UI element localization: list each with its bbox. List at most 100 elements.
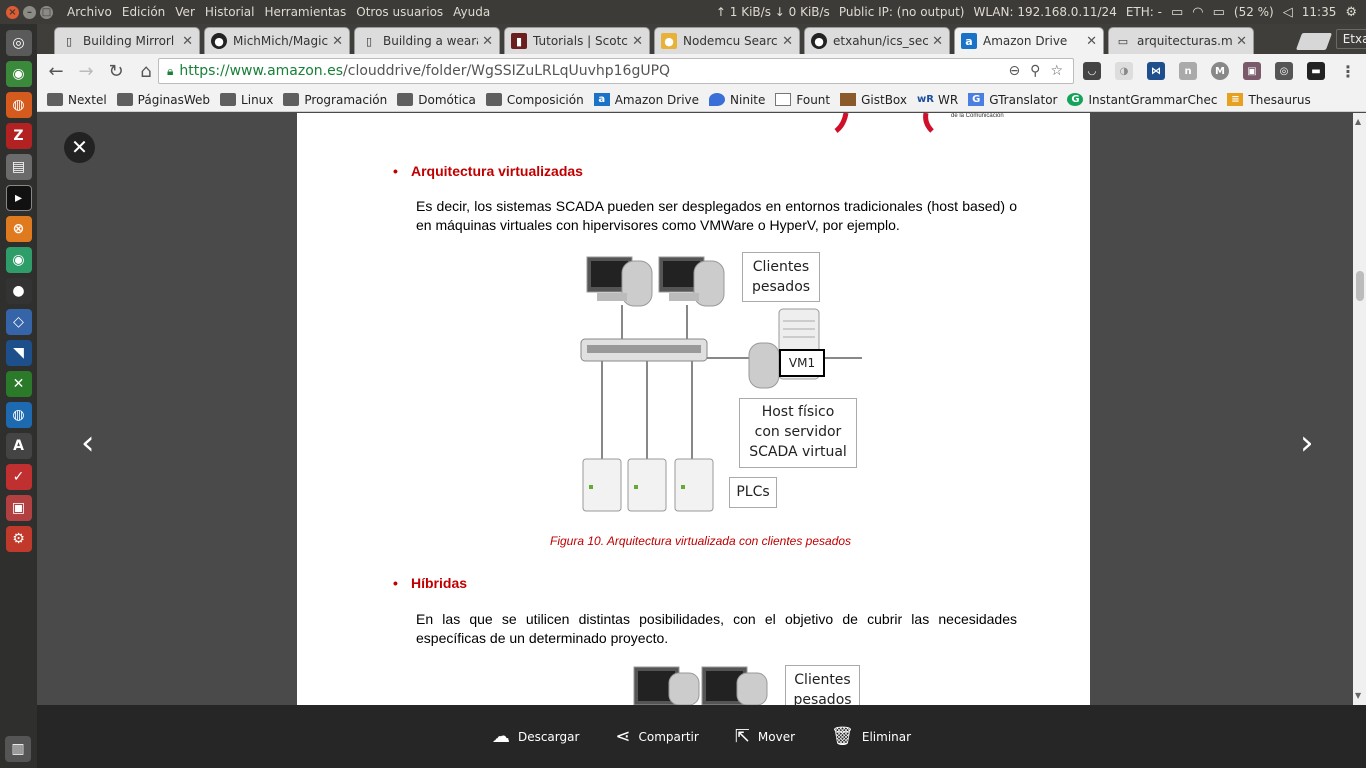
- bookmark-wr[interactable]: wR WR: [917, 93, 958, 107]
- move-button[interactable]: ⇱ Mover: [735, 726, 795, 747]
- clock[interactable]: 11:35: [1302, 5, 1337, 19]
- previous-arrow-icon[interactable]: ‹: [81, 423, 95, 463]
- bookmark-nextel[interactable]: Nextel: [47, 93, 107, 107]
- menu-historial[interactable]: Historial: [205, 5, 255, 19]
- back-icon[interactable]: ←: [41, 61, 71, 82]
- volume-icon[interactable]: ◁: [1283, 5, 1293, 20]
- tab-close-icon[interactable]: ✕: [1086, 34, 1097, 49]
- power-gear-icon[interactable]: ⚙: [1345, 5, 1357, 20]
- bookmark-ninite[interactable]: Ninite: [709, 93, 765, 107]
- terminal-ext-icon[interactable]: ▬: [1307, 62, 1325, 80]
- bookmark-programacion[interactable]: Programación: [283, 93, 387, 107]
- task-icon[interactable]: ✓: [5, 464, 32, 490]
- bookmark-instantgrammar[interactable]: G InstantGrammarChec: [1067, 93, 1217, 107]
- new-tab-button[interactable]: [1295, 33, 1333, 50]
- xampp-icon[interactable]: ⊗: [5, 216, 32, 242]
- tab-close-icon[interactable]: ✕: [182, 34, 193, 49]
- reload-icon[interactable]: ↻: [101, 61, 131, 82]
- text-editor-icon[interactable]: A: [5, 433, 32, 459]
- window-close-icon[interactable]: ×: [6, 5, 19, 19]
- bracket-icon[interactable]: ⋈: [1147, 62, 1165, 80]
- extension-gray-icon[interactable]: ◑: [1115, 62, 1133, 80]
- trash-icon[interactable]: ▥: [5, 736, 31, 762]
- battery-percent[interactable]: (52 %): [1234, 5, 1274, 19]
- chrome-icon[interactable]: ◉: [5, 61, 32, 87]
- avatar-extension-icon[interactable]: ▣: [1243, 62, 1261, 80]
- bookmark-composicion[interactable]: Composición: [485, 93, 584, 107]
- tab-michmich[interactable]: ● MichMich/Magic ✕: [204, 27, 350, 54]
- cross-tool-icon[interactable]: ✕: [5, 371, 32, 397]
- page-scrollbar[interactable]: ▲ ▼: [1353, 113, 1366, 705]
- menu-otros-usuarios[interactable]: Otros usuarios: [356, 5, 443, 19]
- bookmark-domotica[interactable]: Domótica: [397, 93, 476, 107]
- scroll-down-arrow-icon[interactable]: ▼: [1355, 691, 1361, 700]
- settings-icon[interactable]: ⚙: [5, 526, 32, 552]
- menu-dots-icon[interactable]: ⋮: [1339, 62, 1357, 81]
- bookmark-paginasweb[interactable]: PáginasWeb: [116, 93, 210, 107]
- profile-button[interactable]: Etxahun: [1336, 29, 1366, 49]
- tab-close-icon[interactable]: ✕: [482, 34, 493, 49]
- filezilla-icon[interactable]: Z: [5, 123, 32, 149]
- ubuntu-dash-icon[interactable]: ◎: [5, 30, 32, 56]
- eye-icon[interactable]: ●: [5, 278, 32, 304]
- delete-button[interactable]: 🗑︎ Eliminar: [831, 726, 911, 747]
- amazon-icon: a: [961, 33, 977, 49]
- battery-icon[interactable]: ▭: [1213, 5, 1225, 20]
- globe-icon[interactable]: ◍: [5, 402, 32, 428]
- wifi-icon[interactable]: ◠: [1192, 5, 1203, 20]
- tab-close-icon[interactable]: ✕: [932, 34, 943, 49]
- tab-building-wearable[interactable]: ▯ Building a weara ✕: [354, 27, 500, 54]
- tab-scotch-tutorials[interactable]: ▮ Tutorials | Scotc ✕: [504, 27, 650, 54]
- bookmark-gistbox[interactable]: GistBox: [840, 93, 907, 107]
- bulb-icon[interactable]: ◎: [1275, 62, 1293, 80]
- scrollbar-thumb[interactable]: [1356, 271, 1364, 301]
- presentation-icon[interactable]: ▣: [5, 495, 32, 521]
- scroll-up-arrow-icon[interactable]: ▲: [1355, 117, 1361, 126]
- terminal-icon[interactable]: ▸: [5, 185, 32, 211]
- eth-status: ETH: -: [1125, 5, 1162, 19]
- virtualbox-icon[interactable]: ◇: [5, 309, 32, 335]
- tab-close-icon[interactable]: ✕: [1236, 34, 1247, 49]
- m-extension-icon[interactable]: M: [1211, 62, 1229, 80]
- files-icon[interactable]: ▤: [5, 154, 32, 180]
- pin-icon[interactable]: ⚲: [1030, 63, 1040, 79]
- menu-ayuda[interactable]: Ayuda: [453, 5, 490, 19]
- bookmark-linux[interactable]: Linux: [220, 93, 273, 107]
- menu-archivo[interactable]: Archivo: [67, 5, 112, 19]
- tab-nodemcu-search[interactable]: ● Nodemcu Searcl ✕: [654, 27, 800, 54]
- tab-close-icon[interactable]: ✕: [782, 34, 793, 49]
- tab-arquitecturas[interactable]: ▭ arquitecturas.m ✕: [1108, 27, 1254, 54]
- bookmark-gtranslator[interactable]: G GTranslator: [968, 93, 1057, 107]
- wireshark-icon[interactable]: ◥: [5, 340, 32, 366]
- menu-ver[interactable]: Ver: [175, 5, 195, 19]
- close-viewer-button[interactable]: ✕: [64, 132, 95, 163]
- n-extension-icon[interactable]: n: [1179, 62, 1197, 80]
- folder-icon: [485, 93, 502, 106]
- pocket-icon[interactable]: ◡: [1083, 62, 1101, 80]
- menu-edicion[interactable]: Edición: [122, 5, 165, 19]
- tab-etxahun-ics[interactable]: ● etxahun/ics_sec ✕: [804, 27, 950, 54]
- window-minimize-icon[interactable]: –: [23, 5, 36, 19]
- zoom-icon[interactable]: ⊖: [1008, 63, 1020, 79]
- github-icon: ●: [211, 33, 227, 49]
- bookmark-thesaurus[interactable]: ≡ Thesaurus: [1227, 93, 1311, 107]
- address-bar[interactable]: 🔒︎ https://www.amazon.es/clouddrive/fold…: [158, 58, 1074, 84]
- home-icon[interactable]: ⌂: [131, 61, 161, 82]
- lock-icon[interactable]: 🔒︎: [167, 64, 173, 79]
- menu-herramientas[interactable]: Herramientas: [265, 5, 347, 19]
- forward-icon[interactable]: →: [71, 61, 101, 82]
- share-button[interactable]: ⋖ Compartir: [615, 726, 698, 747]
- next-arrow-icon[interactable]: ›: [1300, 423, 1314, 463]
- bookmark-amazon-drive[interactable]: a Amazon Drive: [593, 93, 699, 107]
- tab-building-mirror[interactable]: ▯ Building Mirrorl ✕: [54, 27, 200, 54]
- tab-close-icon[interactable]: ✕: [632, 34, 643, 49]
- download-button[interactable]: ☁ Descargar: [492, 726, 579, 747]
- firefox-icon[interactable]: ◍: [5, 92, 32, 118]
- webcam-icon[interactable]: ◉: [5, 247, 32, 273]
- tab-amazon-drive[interactable]: a Amazon Drive ✕: [954, 27, 1104, 54]
- window-maximize-icon[interactable]: □: [40, 5, 53, 19]
- bookmark-star-icon[interactable]: ☆: [1050, 63, 1063, 79]
- display-icon[interactable]: ▭: [1171, 5, 1183, 20]
- bookmark-fount[interactable]: Fount: [775, 93, 830, 107]
- tab-close-icon[interactable]: ✕: [332, 34, 343, 49]
